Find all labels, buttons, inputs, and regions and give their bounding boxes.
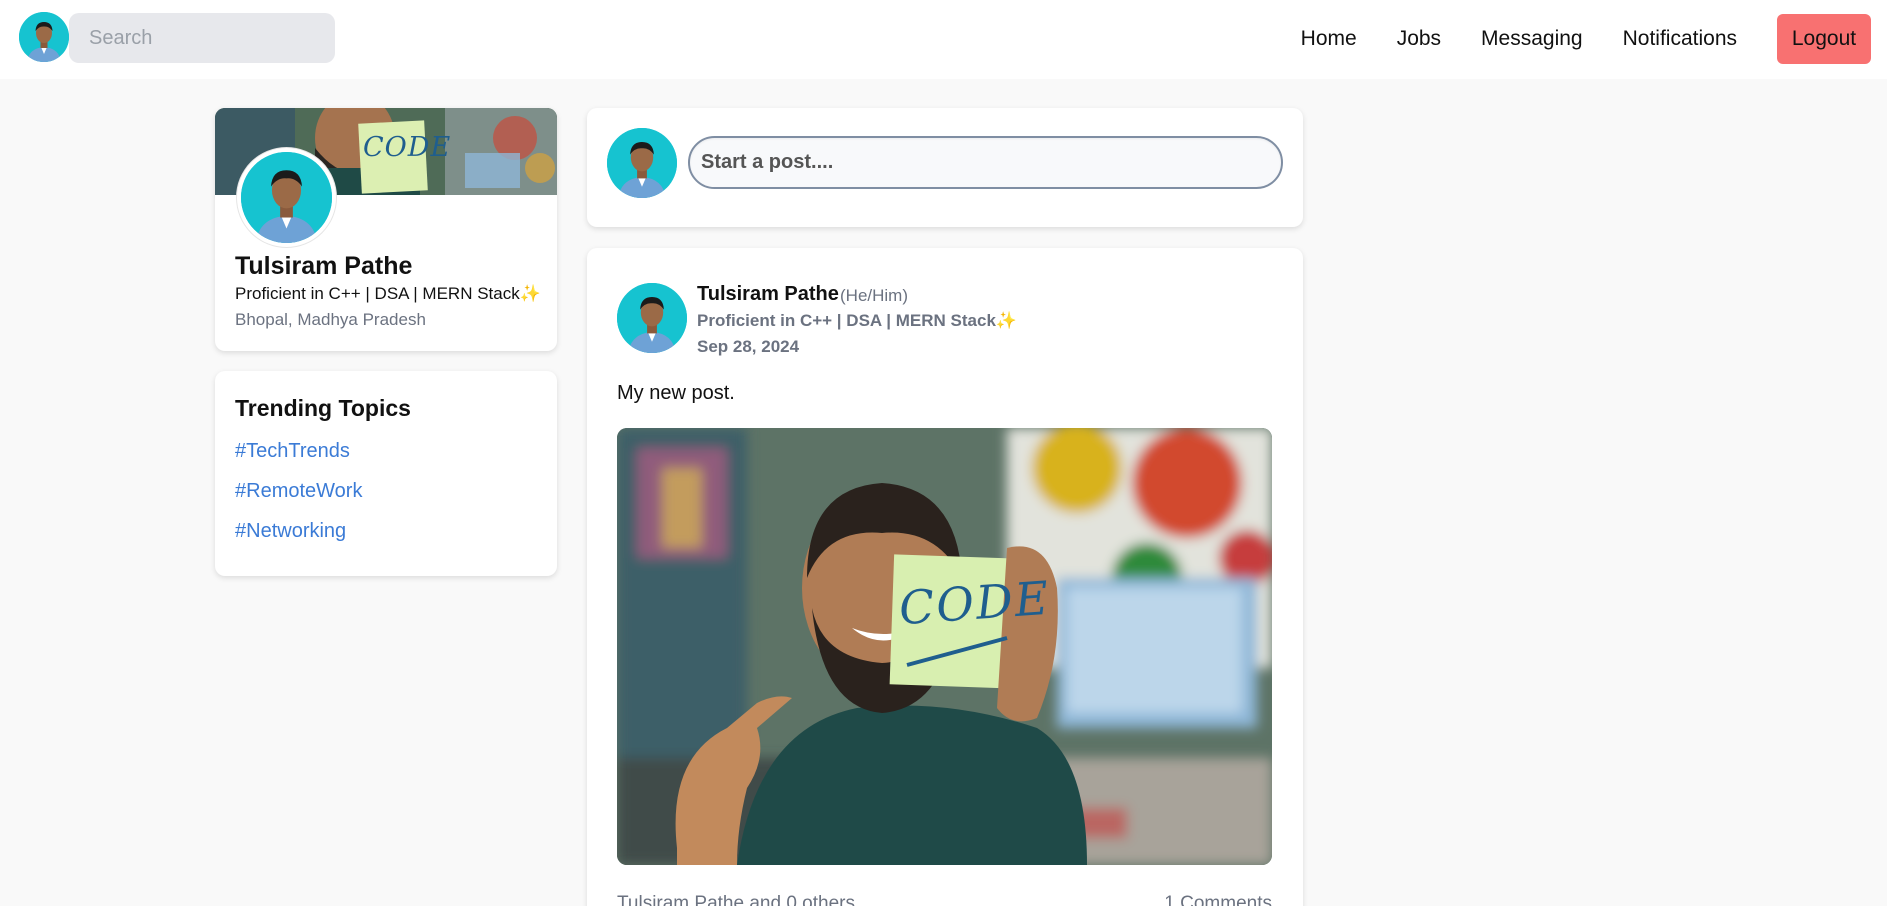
nav-home[interactable]: Home xyxy=(1301,27,1357,51)
trending-topics-list: #TechTrends #RemoteWork #Networking xyxy=(235,440,362,560)
trending-topic-link[interactable]: #Networking xyxy=(235,520,346,542)
post-image-note-text: CODE xyxy=(897,570,1053,636)
logout-button[interactable]: Logout xyxy=(1777,14,1871,64)
profile-headline: Proficient in C++ | DSA | MERN Stack✨ xyxy=(235,284,541,303)
search-input[interactable] xyxy=(69,13,335,63)
post-text: My new post. xyxy=(617,382,735,404)
person-avatar-icon xyxy=(617,283,687,353)
start-post-input[interactable] xyxy=(688,136,1283,189)
nav-jobs[interactable]: Jobs xyxy=(1397,27,1441,51)
composer-avatar xyxy=(607,128,677,198)
banner-note-text: CODE xyxy=(363,132,452,163)
person-avatar-icon xyxy=(19,12,69,62)
post-author-headline: Proficient in C++ | DSA | MERN Stack✨ xyxy=(697,311,1018,330)
post-comments-count[interactable]: 1 Comments xyxy=(1164,893,1272,906)
post-date: Sep 28, 2024 xyxy=(697,337,800,356)
profile-location: Bhopal, Madhya Pradesh xyxy=(235,310,426,329)
post-likes-count[interactable]: Tulsiram Pathe and 0 others xyxy=(617,893,855,906)
trending-topic-link[interactable]: #TechTrends xyxy=(235,440,350,462)
post-image[interactable]: CODE xyxy=(617,428,1272,865)
top-navigation-bar: Home Jobs Messaging Notifications Logout xyxy=(0,0,1887,79)
person-avatar-icon xyxy=(607,128,677,198)
list-item: #Networking xyxy=(235,520,362,560)
profile-card: CODE Tulsiram Pathe Proficient in C++ | … xyxy=(215,108,557,351)
feed-post: Tulsiram Pathe (He/Him) Proficient in C+… xyxy=(587,248,1303,906)
list-item: #RemoteWork xyxy=(235,480,362,520)
post-author-name[interactable]: Tulsiram Pathe xyxy=(697,283,839,306)
profile-name[interactable]: Tulsiram Pathe xyxy=(235,252,412,281)
trending-topic-link[interactable]: #RemoteWork xyxy=(235,480,362,502)
trending-topics-title: Trending Topics xyxy=(235,395,411,421)
person-avatar-icon xyxy=(241,152,332,243)
trending-topics-card: Trending Topics #TechTrends #RemoteWork … xyxy=(215,371,557,576)
user-avatar[interactable] xyxy=(19,12,69,62)
nav-notifications[interactable]: Notifications xyxy=(1623,27,1737,51)
list-item: #TechTrends xyxy=(235,440,362,480)
main-nav: Home Jobs Messaging Notifications Logout xyxy=(1301,12,1871,66)
profile-avatar[interactable] xyxy=(237,148,336,247)
post-author-pronouns: (He/Him) xyxy=(840,286,908,305)
post-composer xyxy=(587,108,1303,227)
post-author-avatar[interactable] xyxy=(617,283,687,353)
nav-messaging[interactable]: Messaging xyxy=(1481,27,1583,51)
